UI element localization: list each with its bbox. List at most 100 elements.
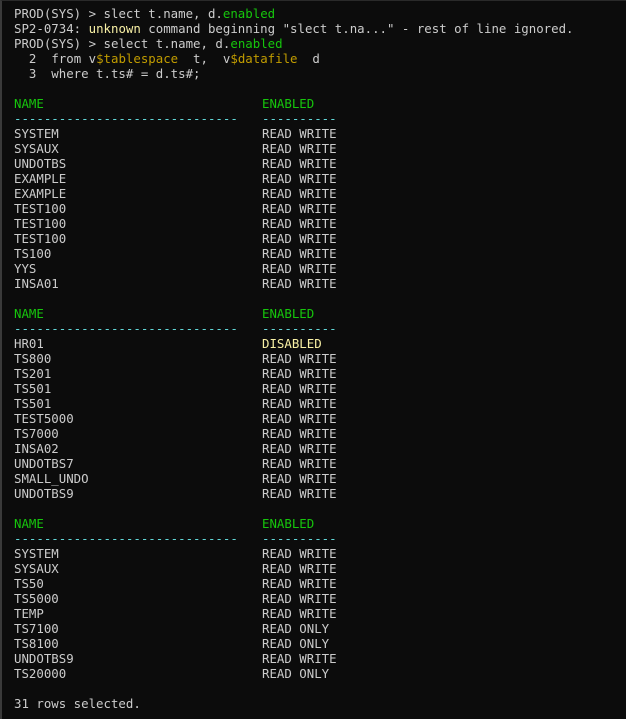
cell-name: SYSTEM bbox=[14, 126, 59, 141]
table-row: SYSTEM READ WRITE bbox=[14, 546, 626, 561]
cell-name: TS5000 bbox=[14, 591, 59, 606]
separator-name: ------------------------------ bbox=[14, 321, 238, 336]
cell-enabled: READ WRITE bbox=[262, 216, 337, 231]
command-keyword: enabled bbox=[222, 6, 276, 21]
cell-enabled: READ WRITE bbox=[262, 246, 337, 261]
error-line: SP2-0734: unknown command beginning "sle… bbox=[14, 21, 626, 36]
table-row: YYS READ WRITE bbox=[14, 261, 626, 276]
cell-name: TS501 bbox=[14, 396, 52, 411]
column-separator: ------------------------------ ---------- bbox=[14, 111, 626, 126]
sql-line-3: 3 where t.ts# = d.ts#; bbox=[14, 66, 201, 81]
cell-enabled: READ WRITE bbox=[262, 456, 337, 471]
column-header-enabled: ENABLED bbox=[262, 96, 315, 111]
cell-name: TS501 bbox=[14, 381, 52, 396]
cell-name: TS50 bbox=[14, 576, 44, 591]
table-row: TEMP READ WRITE bbox=[14, 606, 626, 621]
table-row: TS5000 READ WRITE bbox=[14, 591, 626, 606]
cell-name: EXAMPLE bbox=[14, 186, 67, 201]
error-message: command beginning "slect t.na..." - rest… bbox=[140, 21, 574, 36]
error-code: SP2-0734: bbox=[14, 21, 89, 36]
cell-enabled: READ WRITE bbox=[262, 186, 337, 201]
table-row: TS501 READ WRITE bbox=[14, 396, 626, 411]
table-row: TS8100 READ ONLY bbox=[14, 636, 626, 651]
cell-enabled: READ WRITE bbox=[262, 486, 337, 501]
cell-enabled: READ WRITE bbox=[262, 561, 337, 576]
cell-name: TS20000 bbox=[14, 666, 67, 681]
cell-enabled: READ WRITE bbox=[262, 231, 337, 246]
cell-name: TS7100 bbox=[14, 621, 59, 636]
column-header-name: NAME bbox=[14, 516, 44, 531]
table-row: UNDOTBS9 READ WRITE bbox=[14, 486, 626, 501]
table-row: TEST100 READ WRITE bbox=[14, 201, 626, 216]
cell-enabled: READ WRITE bbox=[262, 441, 337, 456]
cell-enabled: READ WRITE bbox=[262, 606, 337, 621]
table-row: TS800 READ WRITE bbox=[14, 351, 626, 366]
column-header: NAME ENABLED bbox=[14, 96, 626, 111]
sql-text: d bbox=[297, 51, 320, 66]
command-text: slect t.name, d. bbox=[103, 6, 223, 21]
cell-enabled: READ WRITE bbox=[262, 276, 337, 291]
separator-enabled: ---------- bbox=[262, 531, 337, 546]
query-results: NAME ENABLED -----------------------------… bbox=[14, 96, 626, 696]
sql-text: from v bbox=[51, 51, 97, 66]
cell-enabled: READ WRITE bbox=[262, 126, 337, 141]
cell-enabled: DISABLED bbox=[262, 336, 322, 351]
cell-name: HR01 bbox=[14, 336, 44, 351]
cell-enabled: READ ONLY bbox=[262, 621, 330, 636]
cell-name: EXAMPLE bbox=[14, 171, 67, 186]
cell-enabled: READ ONLY bbox=[262, 636, 330, 651]
table-row: TS100 READ WRITE bbox=[14, 246, 626, 261]
table-row: UNDOTBS READ WRITE bbox=[14, 156, 626, 171]
cell-name: TEST100 bbox=[14, 216, 67, 231]
table-row: HR01 DISABLED bbox=[14, 336, 626, 351]
cell-enabled: READ WRITE bbox=[262, 351, 337, 366]
table-row: EXAMPLE READ WRITE bbox=[14, 186, 626, 201]
terminal-window[interactable]: PROD(SYS) > slect t.name, d.enabled SP2-… bbox=[0, 0, 626, 719]
cell-enabled: READ WRITE bbox=[262, 201, 337, 216]
column-header-name: NAME bbox=[14, 306, 44, 321]
table-row: TS201 READ WRITE bbox=[14, 366, 626, 381]
cell-name: YYS bbox=[14, 261, 37, 276]
table-row: SMALL_UNDO READ WRITE bbox=[14, 471, 626, 486]
table-row: TEST100 READ WRITE bbox=[14, 216, 626, 231]
cell-enabled: READ WRITE bbox=[262, 141, 337, 156]
separator-name: ------------------------------ bbox=[14, 111, 238, 126]
cell-name: UNDOTBS bbox=[14, 156, 67, 171]
cell-enabled: READ WRITE bbox=[262, 171, 337, 186]
cell-name: SYSAUX bbox=[14, 561, 59, 576]
cell-name: TS100 bbox=[14, 246, 52, 261]
line-number: 2 bbox=[14, 51, 52, 66]
table-row: SYSTEM READ WRITE bbox=[14, 126, 626, 141]
table-row: SYSAUX READ WRITE bbox=[14, 561, 626, 576]
cell-name: TEST100 bbox=[14, 201, 67, 216]
command-keyword: enabled bbox=[230, 36, 283, 51]
table-row: TS20000 READ ONLY bbox=[14, 666, 626, 681]
cell-enabled: READ WRITE bbox=[262, 471, 337, 486]
terminal-output: PROD(SYS) > slect t.name, d.enabled SP2-… bbox=[14, 6, 626, 711]
cell-name: INSA02 bbox=[14, 441, 59, 456]
cell-name: UNDOTBS9 bbox=[14, 651, 74, 666]
error-highlight: unknown bbox=[88, 21, 141, 36]
table-row: TS501 READ WRITE bbox=[14, 381, 626, 396]
cell-name: UNDOTBS9 bbox=[14, 486, 74, 501]
column-header-enabled: ENABLED bbox=[262, 306, 315, 321]
cell-name: SYSTEM bbox=[14, 546, 59, 561]
separator-enabled: ---------- bbox=[262, 111, 337, 126]
cell-enabled: READ WRITE bbox=[262, 411, 337, 426]
cell-name: TEST100 bbox=[14, 231, 67, 246]
table-row: TEST100 READ WRITE bbox=[14, 231, 626, 246]
cell-enabled: READ WRITE bbox=[262, 546, 337, 561]
sql-view-name: $tablespace bbox=[96, 51, 179, 66]
cell-enabled: READ WRITE bbox=[262, 366, 337, 381]
column-header: NAME ENABLED bbox=[14, 516, 626, 531]
cell-enabled: READ WRITE bbox=[262, 591, 337, 606]
sql-text: t, v bbox=[178, 51, 231, 66]
separator-enabled: ---------- bbox=[262, 321, 337, 336]
column-header-enabled: ENABLED bbox=[262, 516, 315, 531]
prompt: PROD(SYS) > bbox=[14, 36, 104, 51]
table-row: EXAMPLE READ WRITE bbox=[14, 171, 626, 186]
column-separator: ------------------------------ ---------- bbox=[14, 321, 626, 336]
table-row: TS50 READ WRITE bbox=[14, 576, 626, 591]
